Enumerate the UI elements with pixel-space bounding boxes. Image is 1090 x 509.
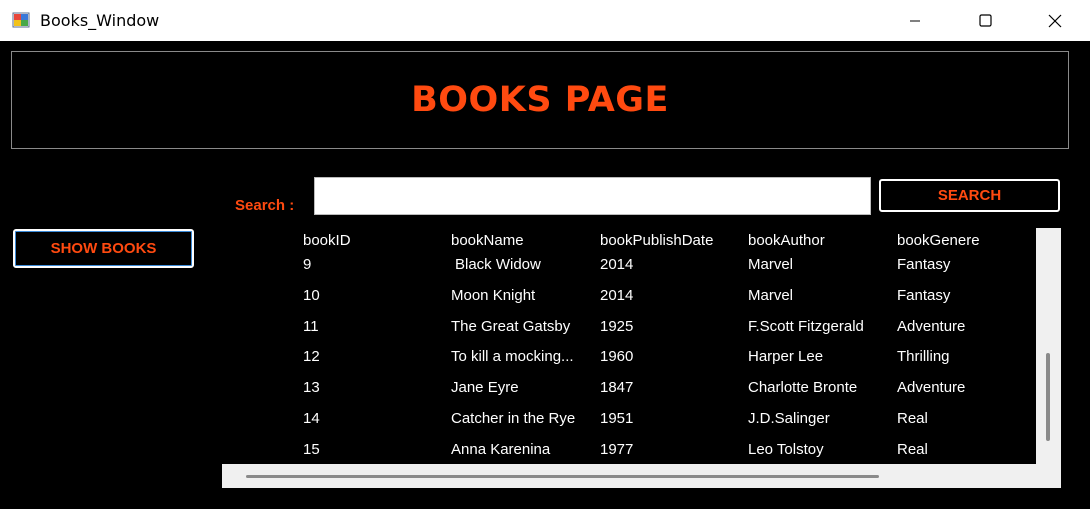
app-window-icon [12, 12, 30, 28]
search-input[interactable] [314, 177, 871, 215]
vertical-scroll-thumb[interactable] [1046, 353, 1050, 441]
cell-bookid[interactable]: 11 [303, 318, 319, 335]
cell-bookgenere[interactable]: Thrilling [897, 348, 950, 365]
close-button[interactable] [1032, 0, 1078, 41]
table-row[interactable]: 13 Jane Eyre 1847 Charlotte Bronte Adven… [222, 375, 1036, 405]
cell-bookname[interactable]: Black Widow [455, 256, 541, 273]
cell-bookauthor[interactable]: J.D.Salinger [748, 410, 830, 427]
cell-bookauthor[interactable]: Marvel [748, 256, 793, 273]
cell-bookpublishdate[interactable]: 2014 [600, 256, 633, 273]
column-header-bookname[interactable]: bookName [451, 232, 524, 249]
cell-bookpublishdate[interactable]: 1925 [600, 318, 633, 335]
cell-bookid[interactable]: 15 [303, 441, 320, 458]
maximize-icon [978, 14, 992, 27]
cell-bookid[interactable]: 12 [303, 348, 320, 365]
cell-bookpublishdate[interactable]: 1847 [600, 379, 633, 396]
cell-bookname[interactable]: Jane Eyre [451, 379, 519, 396]
header-panel: BOOKS PAGE [11, 51, 1069, 149]
horizontal-scroll-thumb[interactable] [246, 475, 879, 478]
title-bar: Books_Window [0, 0, 1090, 42]
cell-bookauthor[interactable]: Harper Lee [748, 348, 823, 365]
table-row[interactable]: 10 Moon Knight 2014 Marvel Fantasy [222, 283, 1036, 313]
cell-bookid[interactable]: 14 [303, 410, 320, 427]
column-header-bookpublishdate[interactable]: bookPublishDate [600, 232, 713, 249]
cell-bookid[interactable]: 13 [303, 379, 320, 396]
cell-bookauthor[interactable]: Leo Tolstoy [748, 441, 824, 458]
show-books-button[interactable]: SHOW BOOKS [13, 229, 194, 268]
vertical-scrollbar[interactable] [1036, 228, 1061, 464]
cell-bookpublishdate[interactable]: 1960 [600, 348, 633, 365]
cell-bookauthor[interactable]: Marvel [748, 287, 793, 304]
table-row[interactable]: 12 To kill a mocking... 1960 Harper Lee … [222, 344, 1036, 374]
table-row[interactable]: 15 Anna Karenina 1977 Leo Tolstoy Real [222, 437, 1036, 467]
page-title: BOOKS PAGE [411, 80, 669, 120]
cell-bookname[interactable]: Catcher in the Rye [451, 410, 575, 427]
cell-bookgenere[interactable]: Adventure [897, 318, 965, 335]
cell-bookgenere[interactable]: Real [897, 410, 928, 427]
close-icon [1048, 14, 1062, 27]
cell-bookpublishdate[interactable]: 1977 [600, 441, 633, 458]
minimize-button[interactable] [892, 0, 938, 41]
search-button[interactable]: SEARCH [879, 179, 1060, 212]
grid-header: bookID bookName bookPublishDate bookAuth… [222, 228, 1036, 252]
cell-bookname[interactable]: Moon Knight [451, 287, 535, 304]
column-header-bookauthor[interactable]: bookAuthor [748, 232, 825, 249]
cell-bookpublishdate[interactable]: 2014 [600, 287, 633, 304]
cell-bookauthor[interactable]: Charlotte Bronte [748, 379, 857, 396]
cell-bookgenere[interactable]: Fantasy [897, 287, 950, 304]
column-header-bookid[interactable]: bookID [303, 232, 351, 249]
table-row[interactable]: 11 The Great Gatsby 1925 F.Scott Fitzger… [222, 314, 1036, 344]
cell-bookgenere[interactable]: Real [897, 441, 928, 458]
column-header-bookgenere[interactable]: bookGenere [897, 232, 980, 249]
cell-bookname[interactable]: The Great Gatsby [451, 318, 570, 335]
window-title: Books_Window [40, 11, 160, 30]
cell-bookid[interactable]: 10 [303, 287, 320, 304]
horizontal-scrollbar[interactable] [222, 464, 1061, 488]
cell-bookgenere[interactable]: Adventure [897, 379, 965, 396]
maximize-button[interactable] [962, 0, 1008, 41]
cell-bookpublishdate[interactable]: 1951 [600, 410, 633, 427]
cell-bookname[interactable]: Anna Karenina [451, 441, 550, 458]
minimize-icon [910, 20, 920, 21]
cell-bookid[interactable]: 9 [303, 256, 311, 273]
books-grid[interactable]: bookID bookName bookPublishDate bookAuth… [222, 228, 1061, 488]
client-area: BOOKS PAGE Search : SEARCH SHOW BOOKS bo… [0, 41, 1090, 509]
table-row[interactable]: 9 Black Widow 2014 Marvel Fantasy [222, 252, 1036, 282]
cell-bookname[interactable]: To kill a mocking... [451, 348, 574, 365]
cell-bookgenere[interactable]: Fantasy [897, 256, 950, 273]
search-label: Search : [235, 197, 295, 214]
table-row[interactable]: 14 Catcher in the Rye 1951 J.D.Salinger … [222, 406, 1036, 436]
cell-bookauthor[interactable]: F.Scott Fitzgerald [748, 318, 864, 335]
